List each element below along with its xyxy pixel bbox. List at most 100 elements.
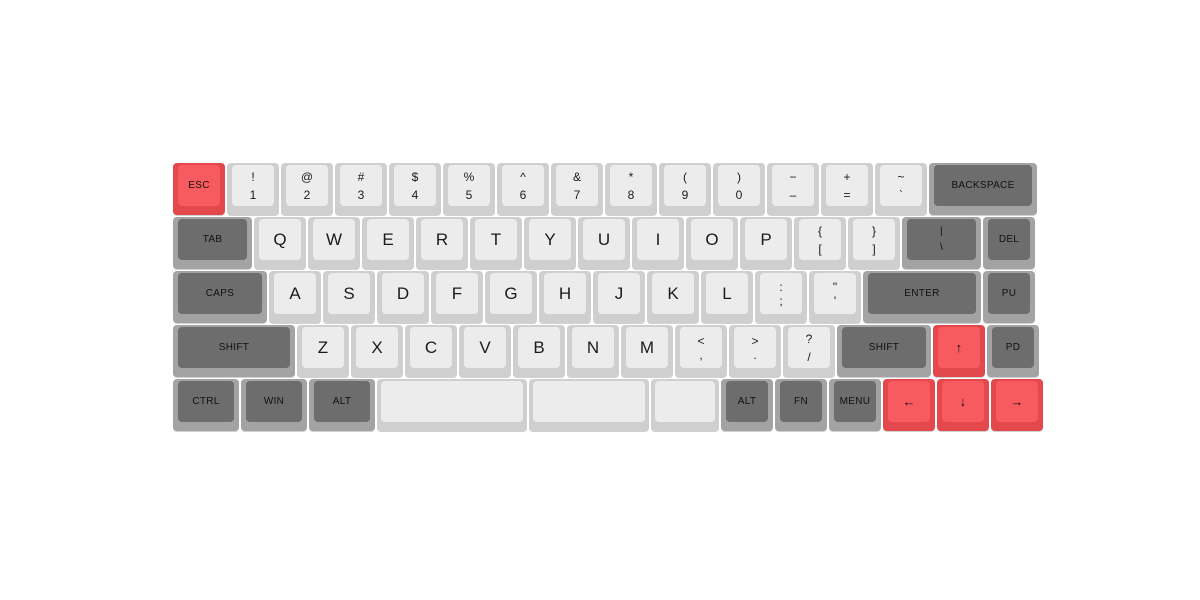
key-up[interactable]: ↑ <box>933 325 985 377</box>
key-spacebar-5[interactable] <box>651 379 719 431</box>
key-s[interactable]: S <box>323 271 375 323</box>
key-d[interactable]: D <box>377 271 429 323</box>
key-shift-legend: : <box>779 279 783 294</box>
keycap <box>533 381 645 422</box>
key-f[interactable]: F <box>431 271 483 323</box>
key-win[interactable]: WIN <box>241 379 307 431</box>
key-left[interactable]: ← <box>883 379 935 431</box>
keycap <box>381 381 523 422</box>
key-m[interactable]: M <box>621 325 673 377</box>
key-del[interactable]: DEL <box>983 217 1035 269</box>
key-i[interactable]: I <box>632 217 684 269</box>
keycap: ← <box>888 381 930 422</box>
key-v[interactable]: V <box>459 325 511 377</box>
keycap: Y <box>529 219 571 260</box>
key-shift[interactable]: SHIFT <box>837 325 931 377</box>
key-t[interactable]: T <box>470 217 522 269</box>
key-shift-legend: * <box>628 169 634 184</box>
key-q[interactable]: Q <box>254 217 306 269</box>
key-less[interactable]: <, <box>675 325 727 377</box>
key-enter[interactable]: ENTER <box>863 271 981 323</box>
key-percent[interactable]: % 5 <box>443 163 495 215</box>
key-r[interactable]: R <box>416 217 468 269</box>
key-legend: FN <box>794 395 808 407</box>
keycap: → <box>996 381 1038 422</box>
key-menu[interactable]: MENU <box>829 379 881 431</box>
key-legend: C <box>424 338 438 357</box>
key-colon[interactable]: :; <box>755 271 807 323</box>
key-spacebar-3[interactable] <box>377 379 527 431</box>
key-caps[interactable]: CAPS <box>173 271 267 323</box>
key-shift-legend: > <box>751 333 759 348</box>
key-esc[interactable]: ESC <box>173 163 225 215</box>
key-legend: Q <box>273 230 287 249</box>
key-a[interactable]: A <box>269 271 321 323</box>
keycap: ^ 6 <box>502 165 544 206</box>
key-lparen[interactable]: (9 <box>659 163 711 215</box>
key-rbrace[interactable]: }] <box>848 217 900 269</box>
key-n[interactable]: N <box>567 325 619 377</box>
key-backspace[interactable]: BACKSPACE <box>929 163 1037 215</box>
key-caret[interactable]: ^ 6 <box>497 163 549 215</box>
key-right[interactable]: → <box>991 379 1043 431</box>
key-u[interactable]: U <box>578 217 630 269</box>
key-alt[interactable]: ALT <box>309 379 375 431</box>
key-fn[interactable]: FN <box>775 379 827 431</box>
key-+[interactable]: + = <box>821 163 873 215</box>
key-g[interactable]: G <box>485 271 537 323</box>
key-w[interactable]: W <box>308 217 360 269</box>
key-greater[interactable]: >. <box>729 325 781 377</box>
key-c[interactable]: C <box>405 325 457 377</box>
key-ctrl[interactable]: CTRL <box>173 379 239 431</box>
key-down[interactable]: ↓ <box>937 379 989 431</box>
key-o[interactable]: O <box>686 217 738 269</box>
key-rparen[interactable]: ) 0 <box>713 163 765 215</box>
keycap: I <box>637 219 679 260</box>
key-pipe[interactable]: | \ <box>902 217 981 269</box>
key-j[interactable]: J <box>593 271 645 323</box>
key-legend: X <box>371 338 383 357</box>
keycap: | \ <box>907 219 976 260</box>
key-at[interactable]: @2 <box>281 163 333 215</box>
key-base-legend: 7 <box>573 187 581 202</box>
key-pd[interactable]: PD <box>987 325 1039 377</box>
key-legend: E <box>382 230 394 249</box>
key-l[interactable]: L <box>701 271 753 323</box>
key-legend: T <box>490 230 502 249</box>
key-asterisk[interactable]: * 8 <box>605 163 657 215</box>
key-z[interactable]: Z <box>297 325 349 377</box>
key-h[interactable]: H <box>539 271 591 323</box>
keycap: K <box>652 273 694 314</box>
key-hash[interactable]: #3 <box>335 163 387 215</box>
key-question[interactable]: ? / <box>783 325 835 377</box>
key-legend: ENTER <box>904 287 940 299</box>
key-shift[interactable]: SHIFT <box>173 325 295 377</box>
top-letter-row: TAB Q W E R T Y U I O P{[}] | \ DEL <box>173 217 1037 271</box>
key-alt[interactable]: ALT <box>721 379 773 431</box>
key-dollar[interactable]: $4 <box>389 163 441 215</box>
key-k[interactable]: K <box>647 271 699 323</box>
key-e[interactable]: E <box>362 217 414 269</box>
key-shift-legend: ? <box>805 331 813 346</box>
key-p[interactable]: P <box>740 217 792 269</box>
key-base-legend: ] <box>872 241 876 256</box>
key-pu[interactable]: PU <box>983 271 1035 323</box>
key-shift-legend: ^ <box>520 169 526 184</box>
key-exclam[interactable]: ! 1 <box>227 163 279 215</box>
key-minus[interactable]: − – <box>767 163 819 215</box>
keycap: BACKSPACE <box>934 165 1032 206</box>
key-tilde[interactable]: ~ ` <box>875 163 927 215</box>
key-quote[interactable]: " ' <box>809 271 861 323</box>
keycap: F <box>436 273 478 314</box>
key-legend: W <box>325 230 343 249</box>
keycap: + = <box>826 165 868 206</box>
key-y[interactable]: Y <box>524 217 576 269</box>
key-tab[interactable]: TAB <box>173 217 252 269</box>
key-x[interactable]: X <box>351 325 403 377</box>
key-ampersand[interactable]: & 7 <box>551 163 603 215</box>
key-lbrace[interactable]: {[ <box>794 217 846 269</box>
key-b[interactable]: B <box>513 325 565 377</box>
keycap: O <box>691 219 733 260</box>
key-spacebar-4[interactable] <box>529 379 649 431</box>
keycap: G <box>490 273 532 314</box>
